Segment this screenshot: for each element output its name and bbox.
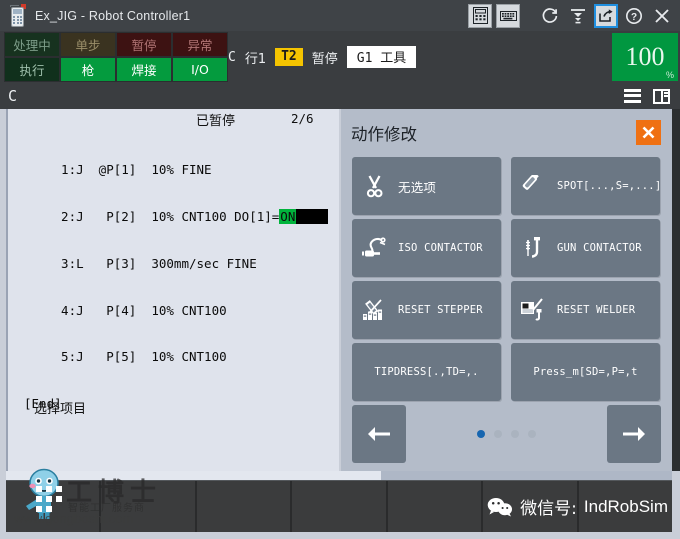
program-pane[interactable]: 已暂停 2/6 1:J @P[1] 10% FINE 2:J P[2] 10% …: [6, 109, 339, 471]
program-line-counter: 2/6: [291, 111, 314, 126]
collapse-icon[interactable]: [566, 4, 590, 28]
status-indicator-gun[interactable]: 枪: [60, 57, 116, 82]
program-letter: C: [8, 87, 18, 105]
program-header-bar: C: [0, 83, 680, 109]
option-button-spot[interactable]: SPOT[...,S=,...]: [511, 157, 662, 215]
program-paused-label: 已暂停: [196, 114, 236, 129]
option-label: GUN CONTACTOR: [557, 242, 642, 254]
status-tool-mode-badge: T2: [275, 48, 303, 66]
status-run-state: 暂停: [311, 51, 338, 67]
status-tool-group-badge: G1 工具: [346, 46, 417, 68]
wechat-prefix: 微信号:: [520, 499, 577, 519]
option-label: 无选项: [398, 179, 437, 195]
option-button-gun-contactor[interactable]: GUN CONTACTOR: [511, 219, 660, 277]
program-line[interactable]: 1:J @P[1] 10% FINE: [46, 162, 339, 178]
svg-text:?: ?: [631, 12, 637, 23]
option-label: RESET WELDER: [557, 304, 636, 316]
program-line-selected[interactable]: 2:J P[2] 10% CNT100 DO[1]=ON: [46, 208, 339, 225]
program-line-text: 2:J P[2] 10% CNT100 DO[1]=: [46, 208, 280, 224]
status-info: C 行1 T2 暂停 G1 工具: [228, 31, 417, 83]
reset-icon[interactable]: [538, 4, 562, 28]
status-line-label: 行1: [244, 51, 267, 67]
calculator-icon[interactable]: [468, 3, 492, 28]
program-line[interactable]: 5:J P[5] 10% CNT100: [46, 349, 339, 365]
reset-welder-icon: [511, 298, 557, 322]
option-label: SPOT[...,S=,...]: [557, 180, 662, 192]
page-dot-2[interactable]: [494, 430, 502, 438]
wechat-id: IndRobSim: [583, 496, 668, 516]
wechat-icon: [487, 497, 513, 516]
plug-icon: [352, 236, 398, 260]
title-bar-tool-group: [468, 3, 520, 28]
speed-override-unit: %: [665, 70, 674, 80]
option-label: RESET STEPPER: [398, 304, 483, 316]
option-button-grid: 无选项 SPOT[...,S=,...] ISO CONTACTOR GUN C…: [341, 157, 672, 401]
help-icon[interactable]: ?: [622, 4, 646, 28]
program-hint-label: 选择项目: [34, 402, 87, 417]
program-line[interactable]: 3:L P[3] 300mm/sec FINE: [46, 256, 339, 272]
program-line-value: ON: [279, 208, 297, 224]
popout-icon[interactable]: [594, 3, 618, 28]
header-menu-group: [624, 88, 680, 104]
watermark-grid-icon: [36, 486, 62, 512]
option-button-iso-contactor[interactable]: ISO CONTACTOR: [352, 219, 501, 277]
page-dot-3[interactable]: [511, 430, 519, 438]
page-dot-4[interactable]: [528, 430, 536, 438]
horizontal-scrollbar[interactable]: [6, 471, 672, 480]
speed-override-value: 100: [625, 42, 665, 71]
robot-controller-window: Ex_JIG - Robot Controller1 ? 处理中 单步 暂停 异…: [0, 0, 680, 539]
page-dot-1[interactable]: [477, 430, 485, 438]
weld-gun-icon: [511, 175, 557, 197]
status-indicator-fault[interactable]: 异常: [172, 32, 228, 57]
wechat-watermark: 微信号: IndRobSim: [487, 494, 668, 519]
page-dots: [477, 430, 536, 438]
status-indicator-grid: 处理中 单步 暂停 异常 执行 枪 焊接 I/O: [4, 32, 228, 82]
pane-right-shadow: [672, 109, 680, 471]
option-button-no-option[interactable]: 无选项: [352, 157, 501, 215]
hamburger-menu-icon[interactable]: [624, 88, 641, 103]
close-icon[interactable]: [636, 120, 661, 145]
option-label: Press_m[SD=,P=,t: [533, 366, 638, 378]
gun-contactor-icon: [511, 236, 557, 260]
option-label: TIPDRESS[.,TD=,.: [374, 366, 479, 378]
function-key[interactable]: [387, 481, 482, 532]
title-bar-actions: ?: [468, 3, 680, 28]
keyboard-icon[interactable]: [496, 3, 520, 28]
panel-header: 动作修改: [341, 109, 672, 157]
option-button-reset-stepper[interactable]: RESET STEPPER: [352, 281, 501, 339]
function-key[interactable]: [292, 481, 386, 532]
program-line-cursor: [296, 208, 329, 224]
option-button-press-m[interactable]: Press_m[SD=,P=,t: [511, 343, 660, 401]
teach-pendant-icon: [7, 3, 29, 28]
status-indicator-step[interactable]: 单步: [60, 32, 116, 57]
panel-pager: [341, 405, 672, 463]
status-indicator-processing[interactable]: 处理中: [4, 32, 60, 57]
function-key[interactable]: [196, 481, 291, 532]
status-bar: 处理中 单步 暂停 异常 执行 枪 焊接 I/O C 行1 T2 暂停 G1 工…: [0, 31, 680, 83]
status-indicator-run[interactable]: 执行: [4, 57, 60, 82]
close-icon[interactable]: [650, 4, 674, 28]
scrollbar-thumb[interactable]: [6, 471, 381, 480]
window-title: Ex_JIG - Robot Controller1: [35, 8, 191, 23]
panel-title: 动作修改: [351, 125, 417, 144]
program-line[interactable]: 4:J P[4] 10% CNT100: [46, 303, 339, 319]
scissors-icon: [352, 174, 398, 198]
arrow-left-icon[interactable]: [352, 405, 406, 463]
option-button-reset-welder[interactable]: RESET WELDER: [511, 281, 660, 339]
program-line-list[interactable]: 1:J @P[1] 10% FINE 2:J P[2] 10% CNT100 D…: [8, 130, 339, 443]
status-indicator-pause[interactable]: 暂停: [116, 32, 172, 57]
split-view-icon[interactable]: [653, 88, 670, 104]
status-indicator-io[interactable]: I/O: [172, 57, 228, 82]
status-mode-letter: C: [228, 49, 236, 65]
program-status-row: 已暂停 2/6: [8, 109, 339, 130]
function-key[interactable]: [101, 481, 195, 532]
option-button-tipdress[interactable]: TIPDRESS[.,TD=,.: [352, 343, 501, 401]
speed-override-box[interactable]: 100 %: [612, 33, 678, 81]
option-label: ISO CONTACTOR: [398, 242, 483, 254]
arrow-right-icon[interactable]: [607, 405, 661, 463]
motion-modify-panel: 动作修改 无选项 SPOT[...,S=,...] ISO CONTACTOR …: [341, 109, 672, 471]
status-indicator-weld[interactable]: 焊接: [116, 57, 172, 82]
reset-stepper-icon: [352, 298, 398, 322]
title-bar: Ex_JIG - Robot Controller1 ?: [0, 0, 680, 31]
